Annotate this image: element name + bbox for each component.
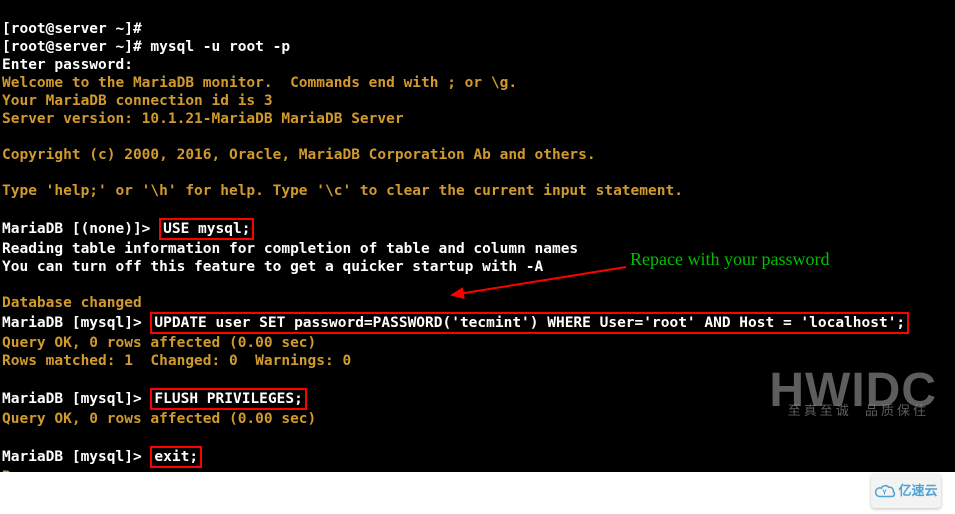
db-changed-line: Database changed xyxy=(2,295,142,311)
reading-line: Reading table information for completion… xyxy=(2,241,578,257)
shell-prompt: [root@server ~]# xyxy=(2,39,142,55)
enter-password-line: Enter password: xyxy=(2,57,133,73)
query-ok-line: Query OK, 0 rows affected (0.00 sec) xyxy=(2,411,316,427)
sql-exit: exit; xyxy=(154,449,198,465)
page-bottom-bar xyxy=(0,472,955,514)
mariadb-none-prompt: MariaDB [(none)]> xyxy=(2,221,159,237)
copyright-line: Copyright (c) 2000, 2016, Oracle, MariaD… xyxy=(2,147,596,163)
mariadb-mysql-prompt: MariaDB [mysql]> xyxy=(2,315,150,331)
watermark-logo: HWIDC xyxy=(769,382,937,400)
cloud-icon: Y xyxy=(874,483,896,499)
connection-id-line: Your MariaDB connection id is 3 xyxy=(2,93,273,109)
highlight-box-flush: FLUSH PRIVILEGES; xyxy=(150,388,306,410)
sql-update-password: UPDATE user SET password=PASSWORD('tecmi… xyxy=(154,315,905,331)
rows-matched-line: Rows matched: 1 Changed: 0 Warnings: 0 xyxy=(2,353,351,369)
server-version-line: Server version: 10.1.21-MariaDB MariaDB … xyxy=(2,111,404,127)
help-line: Type 'help;' or '\h' for help. Type '\c'… xyxy=(2,183,683,199)
highlight-box-update: UPDATE user SET password=PASSWORD('tecmi… xyxy=(150,312,909,334)
sql-flush-privileges: FLUSH PRIVILEGES; xyxy=(154,391,302,407)
sql-use-mysql: USE mysql; xyxy=(163,221,250,237)
highlight-box-exit: exit; xyxy=(150,446,202,468)
mariadb-mysql-prompt: MariaDB [mysql]> xyxy=(2,391,150,407)
svg-text:Y: Y xyxy=(883,488,888,497)
query-ok-line: Query OK, 0 rows affected (0.00 sec) xyxy=(2,335,316,351)
watermark-tagline: 至真至诚 品质保住 xyxy=(788,402,929,420)
mariadb-mysql-prompt: MariaDB [mysql]> xyxy=(2,449,150,465)
provider-badge[interactable]: Y 亿速云 xyxy=(871,474,941,508)
highlight-box-use-mysql: USE mysql; xyxy=(159,218,254,240)
shell-prompt: [root@server ~]# xyxy=(2,21,142,37)
command-line: mysql -u root -p xyxy=(142,39,290,55)
turnoff-line: You can turn off this feature to get a q… xyxy=(2,259,543,275)
welcome-line: Welcome to the MariaDB monitor. Commands… xyxy=(2,75,517,91)
terminal-window[interactable]: [root@server ~]# [root@server ~]# mysql … xyxy=(0,0,955,472)
annotation-replace-password: Repace with your password xyxy=(630,250,829,268)
provider-badge-text: 亿速云 xyxy=(898,482,937,500)
